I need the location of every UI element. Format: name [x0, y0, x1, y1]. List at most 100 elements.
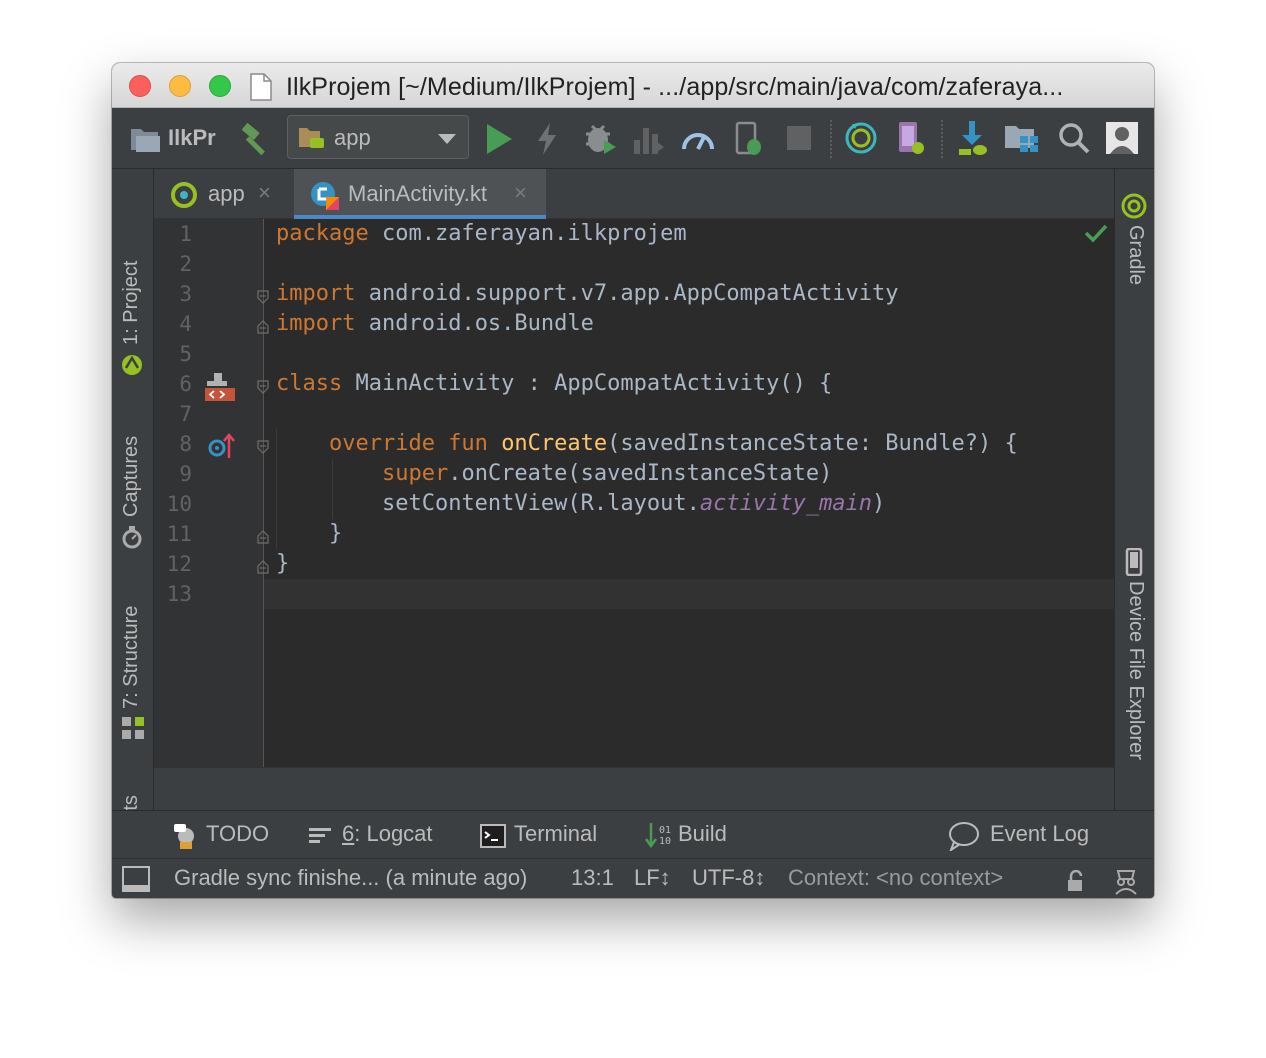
inspector-icon[interactable] — [1112, 867, 1140, 895]
tab-app[interactable]: app × — [154, 169, 294, 219]
fold-marker-icon[interactable] — [257, 560, 269, 574]
editor-gutter: 1 2 3 4 5 6 7 8 9 10 11 12 13 — [154, 219, 269, 767]
sdk-manager-icon[interactable] — [956, 119, 990, 157]
overrides-method-icon[interactable] — [208, 432, 236, 460]
fold-marker-icon[interactable] — [257, 290, 269, 304]
todo-icon[interactable] — [172, 822, 200, 850]
status-message[interactable]: Gradle sync finishe... (a minute ago) — [174, 865, 527, 891]
tool-event-log[interactable]: Event Log — [990, 821, 1089, 847]
code-text: ) — [872, 491, 886, 516]
search-icon[interactable] — [1058, 122, 1090, 154]
structure-icon[interactable] — [121, 716, 145, 740]
svg-text:01: 01 — [659, 825, 671, 836]
line-number: 6 — [179, 372, 192, 396]
fold-marker-icon[interactable] — [257, 530, 269, 544]
logcat-icon[interactable] — [309, 828, 331, 844]
close-tab-icon[interactable]: × — [514, 180, 527, 206]
line-number: 5 — [179, 342, 192, 366]
run-icon[interactable] — [484, 122, 514, 156]
code-text: android.os.Bundle — [355, 311, 594, 336]
checkmark-icon[interactable] — [1084, 223, 1108, 243]
keyword-token: class — [276, 371, 343, 396]
line-number: 10 — [166, 492, 192, 516]
code-text: } — [276, 521, 343, 546]
chevron-down-icon — [438, 134, 456, 144]
build-hammer-icon[interactable] — [239, 121, 275, 157]
terminal-icon[interactable] — [480, 824, 506, 848]
tool-window-project[interactable]: 1: Project — [120, 261, 143, 345]
title-bar: IlkProjem [~/Medium/IlkProjem] - .../app… — [112, 63, 1154, 108]
tool-window-gradle[interactable]: Gradle — [1124, 225, 1147, 285]
close-window-button[interactable] — [129, 75, 151, 97]
tool-build[interactable]: Build — [678, 821, 727, 847]
layout-reference-icon[interactable] — [204, 372, 236, 402]
toggle-tool-windows-icon[interactable] — [122, 866, 150, 892]
line-separator-selector[interactable]: LF↕ — [634, 865, 671, 891]
encoding-selector[interactable]: UTF-8↕ — [692, 865, 765, 891]
code-line: setContentView(R.layout.activity_main) — [276, 489, 885, 519]
debug-icon[interactable] — [582, 120, 618, 156]
code-text: android.support.v7.app.AppCompatActivity — [355, 281, 899, 306]
line-number: 13 — [166, 582, 192, 606]
tool-window-device-file-explorer[interactable]: Device File Explorer — [1124, 581, 1147, 760]
line-number: 1 — [179, 222, 192, 246]
code-line: class MainActivity : AppCompatActivity()… — [276, 369, 832, 399]
tab-app-label: app — [208, 181, 245, 206]
sync-gradle-icon[interactable] — [844, 120, 878, 156]
fold-marker-icon[interactable] — [257, 440, 269, 454]
fold-marker-icon[interactable] — [257, 320, 269, 334]
line-number: 3 — [179, 282, 192, 306]
code-editor[interactable]: 1 2 3 4 5 6 7 8 9 10 11 12 13 package co… — [154, 219, 1114, 767]
attach-debugger-icon[interactable] — [681, 123, 715, 153]
code-text: MainActivity : AppCompatActivity() { — [342, 371, 833, 396]
run-config-select[interactable]: app — [287, 115, 469, 159]
build-output-icon[interactable]: 01 10 — [645, 821, 675, 851]
ide-window: IlkProjem [~/Medium/IlkProjem] - .../app… — [112, 63, 1154, 898]
stop-icon[interactable] — [786, 125, 812, 151]
gradle-icon[interactable] — [1121, 193, 1147, 219]
tool-window-structure[interactable]: 7: Structure — [120, 606, 143, 709]
line-number: 9 — [179, 462, 192, 486]
apply-changes-icon[interactable] — [536, 122, 558, 156]
tool-window-captures[interactable]: Captures — [120, 436, 143, 517]
code-text: (savedInstanceState: Bundle?) { — [607, 431, 1018, 456]
tool-terminal[interactable]: Terminal — [514, 821, 597, 847]
folder-icon[interactable] — [130, 124, 162, 154]
property-token: activity_main — [699, 491, 873, 516]
minimize-window-button[interactable] — [169, 75, 191, 97]
lock-icon[interactable] — [1066, 870, 1086, 892]
code-text: com.zaferayan.ilkprojem — [368, 221, 687, 246]
toolbar-separator — [941, 120, 944, 158]
apply-code-changes-icon[interactable] — [734, 121, 764, 157]
app-module-icon — [299, 128, 324, 148]
device-phone-icon[interactable] — [1125, 548, 1143, 576]
keyword-token: package — [276, 221, 369, 246]
code-line: super.onCreate(savedInstanceState) — [276, 459, 832, 489]
tool-todo[interactable]: TODO — [206, 821, 269, 847]
captures-icon[interactable] — [121, 524, 143, 550]
user-avatar-icon[interactable] — [1105, 121, 1139, 155]
android-project-icon[interactable] — [121, 352, 143, 378]
avd-manager-icon[interactable] — [896, 120, 926, 156]
fold-marker-icon[interactable] — [257, 380, 269, 394]
tool-logcat[interactable]: 6: Logcat — [342, 821, 433, 847]
profile-icon[interactable] — [632, 122, 666, 156]
line-number: 4 — [179, 312, 192, 336]
code-line: } — [276, 549, 289, 579]
keyword-token: import — [276, 281, 356, 306]
project-structure-icon[interactable] — [1004, 122, 1040, 154]
context-indicator[interactable]: Context: <no context> — [788, 865, 1003, 891]
caret-line-highlight — [264, 579, 1114, 609]
caret-position[interactable]: 13:1 — [571, 865, 614, 891]
event-log-icon[interactable] — [948, 821, 980, 851]
zoom-window-button[interactable] — [209, 75, 231, 97]
bottom-tool-bar: TODO 6: Logcat Terminal 01 10 Build Even… — [112, 810, 1154, 858]
close-tab-icon[interactable]: × — [258, 180, 271, 206]
line-number: 8 — [179, 432, 192, 456]
project-name-label[interactable]: IlkProjem — [168, 125, 216, 151]
logcat-mnemonic: 6 — [342, 821, 355, 846]
tab-mainactivity[interactable]: MainActivity.kt × — [294, 169, 546, 219]
